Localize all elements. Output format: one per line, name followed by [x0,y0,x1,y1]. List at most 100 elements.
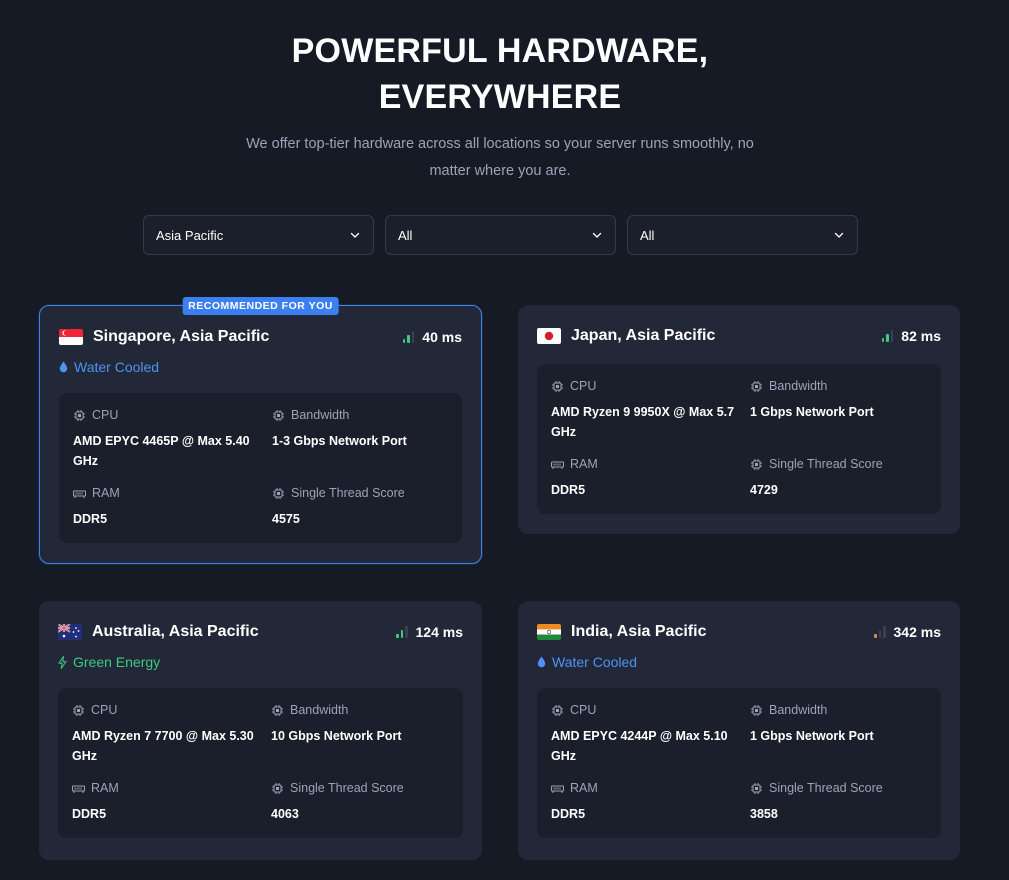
spec-value-cpu: AMD Ryzen 9 9950X @ Max 5.7 GHz [551,405,735,439]
spec-bandwidth: Bandwidth 1 Gbps Network Port [750,378,927,456]
location-card-japan[interactable]: Japan, Asia Pacific 82 ms CPU AMD Ryzen … [518,305,960,534]
feature-badge: Water Cooled [537,653,941,671]
spec-label-ram: RAM [91,781,119,795]
chip-icon [272,782,283,794]
specs-panel: CPU AMD EPYC 4465P @ Max 5.40 GHz Bandwi… [59,393,462,543]
page-title: POWERFUL HARDWARE, EVERYWHERE [0,28,1000,120]
spec-value-ram: DDR5 [551,483,586,497]
spec-value-cpu: AMD EPYC 4244P @ Max 5.10 GHz [551,729,728,763]
filter-bar: Asia Pacific All All [143,215,858,255]
specs-panel: CPU AMD Ryzen 7 7700 @ Max 5.30 GHz Band… [58,688,463,838]
japan-flag-icon [537,328,561,344]
chip-icon [751,458,762,470]
filter-select-3-value: All [640,227,655,243]
filter-select-2-value: All [398,227,413,243]
signal-bars-icon [881,330,894,342]
spec-value-ram: DDR5 [551,807,586,821]
spec-label-ram: RAM [570,781,598,795]
spec-cpu: CPU AMD EPYC 4244P @ Max 5.10 GHz [551,702,750,780]
spec-label-bandwidth: Bandwidth [290,703,349,717]
chip-icon [273,409,284,421]
page-subtitle: We offer top-tier hardware across all lo… [246,136,754,179]
spec-label-bandwidth: Bandwidth [291,408,350,422]
spec-label-single-thread: Single Thread Score [290,781,404,795]
spec-value-bandwidth: 1 Gbps Network Port [750,729,874,743]
location-card-singapore[interactable]: RECOMMENDED FOR YOU Singapore, Asia Paci… [39,297,482,564]
singapore-flag-icon [59,329,83,345]
spec-value-single-thread: 4063 [271,807,299,821]
spec-single-thread: Single Thread Score 4063 [271,780,449,838]
ram-icon [73,490,86,498]
spec-label-cpu: CPU [91,703,118,717]
recommended-badge: RECOMMENDED FOR YOU [182,297,339,315]
cpu-icon [74,409,85,421]
cpu-icon [552,704,563,716]
spec-label-cpu: CPU [570,703,597,717]
chevron-down-icon [592,232,602,238]
ping-value: 124 ms [415,624,463,640]
spec-label-bandwidth: Bandwidth [769,379,828,393]
chevron-down-icon [834,232,844,238]
chip-icon [751,704,762,716]
spec-value-bandwidth: 10 Gbps Network Port [271,729,402,743]
signal-bars-icon [874,626,886,638]
lightning-icon [58,655,67,669]
filter-select-2[interactable]: All [385,215,616,255]
spec-value-single-thread: 4729 [750,483,778,497]
chip-icon [751,782,762,794]
spec-label-cpu: CPU [92,408,119,422]
spec-label-ram: RAM [570,457,598,471]
spec-cpu: CPU AMD EPYC 4465P @ Max 5.40 GHz [73,407,272,485]
spec-cpu: CPU AMD Ryzen 9 9950X @ Max 5.7 GHz [551,378,750,456]
chip-icon [751,380,762,392]
chip-icon [272,704,283,716]
cpu-icon [552,380,563,392]
spec-value-bandwidth: 1 Gbps Network Port [750,405,874,419]
spec-single-thread: Single Thread Score 4729 [750,456,927,514]
ram-icon [551,785,564,793]
location-card-australia[interactable]: Australia, Asia Pacific 124 ms Green Ene… [39,601,482,860]
spec-single-thread: Single Thread Score 3858 [750,780,927,838]
feature-label: Green Energy [73,654,161,670]
specs-panel: CPU AMD Ryzen 9 9950X @ Max 5.7 GHz Band… [537,364,941,514]
spec-bandwidth: Bandwidth 10 Gbps Network Port [271,702,449,780]
spec-label-cpu: CPU [570,379,597,393]
spec-value-cpu: AMD EPYC 4465P @ Max 5.40 GHz [73,434,250,468]
water-drop-icon [59,361,68,373]
location-name: Singapore, Asia Pacific [93,328,270,345]
location-name: Australia, Asia Pacific [92,623,259,640]
location-card-india[interactable]: India, Asia Pacific 342 ms Water Cooled … [518,601,960,860]
feature-label: Water Cooled [74,359,160,375]
spec-bandwidth: Bandwidth 1-3 Gbps Network Port [272,407,448,485]
spec-label-ram: RAM [92,486,120,500]
ping-value: 40 ms [422,329,462,345]
ram-icon [72,785,85,793]
spec-cpu: CPU AMD Ryzen 7 7700 @ Max 5.30 GHz [72,702,271,780]
spec-value-single-thread: 3858 [750,807,778,821]
ping-value: 342 ms [893,624,941,640]
location-name: Japan, Asia Pacific [571,327,716,344]
spec-value-cpu: AMD Ryzen 7 7700 @ Max 5.30 GHz [72,729,254,763]
cpu-icon [73,704,84,716]
filter-select-3[interactable]: All [627,215,858,255]
region-select[interactable]: Asia Pacific [143,215,374,255]
feature-label: Water Cooled [552,654,638,670]
spec-value-ram: DDR5 [73,512,108,526]
title-line-2: EVERYWHERE [378,78,622,116]
signal-bars-icon [396,626,408,638]
chevron-down-icon [350,232,360,238]
spec-value-ram: DDR5 [72,807,107,821]
location-name: India, Asia Pacific [571,623,707,640]
spec-label-single-thread: Single Thread Score [769,781,883,795]
spec-bandwidth: Bandwidth 1 Gbps Network Port [750,702,927,780]
specs-panel: CPU AMD EPYC 4244P @ Max 5.10 GHz Bandwi… [537,688,941,838]
spec-label-single-thread: Single Thread Score [769,457,883,471]
spec-ram: RAM DDR5 [72,780,271,838]
feature-badge: Green Energy [58,653,463,671]
ram-icon [551,461,564,469]
ping-value: 82 ms [901,328,941,344]
signal-bars-icon [402,331,415,343]
spec-label-bandwidth: Bandwidth [769,703,828,717]
spec-ram: RAM DDR5 [551,456,750,514]
title-line-1: POWERFUL HARDWARE, [291,32,709,70]
